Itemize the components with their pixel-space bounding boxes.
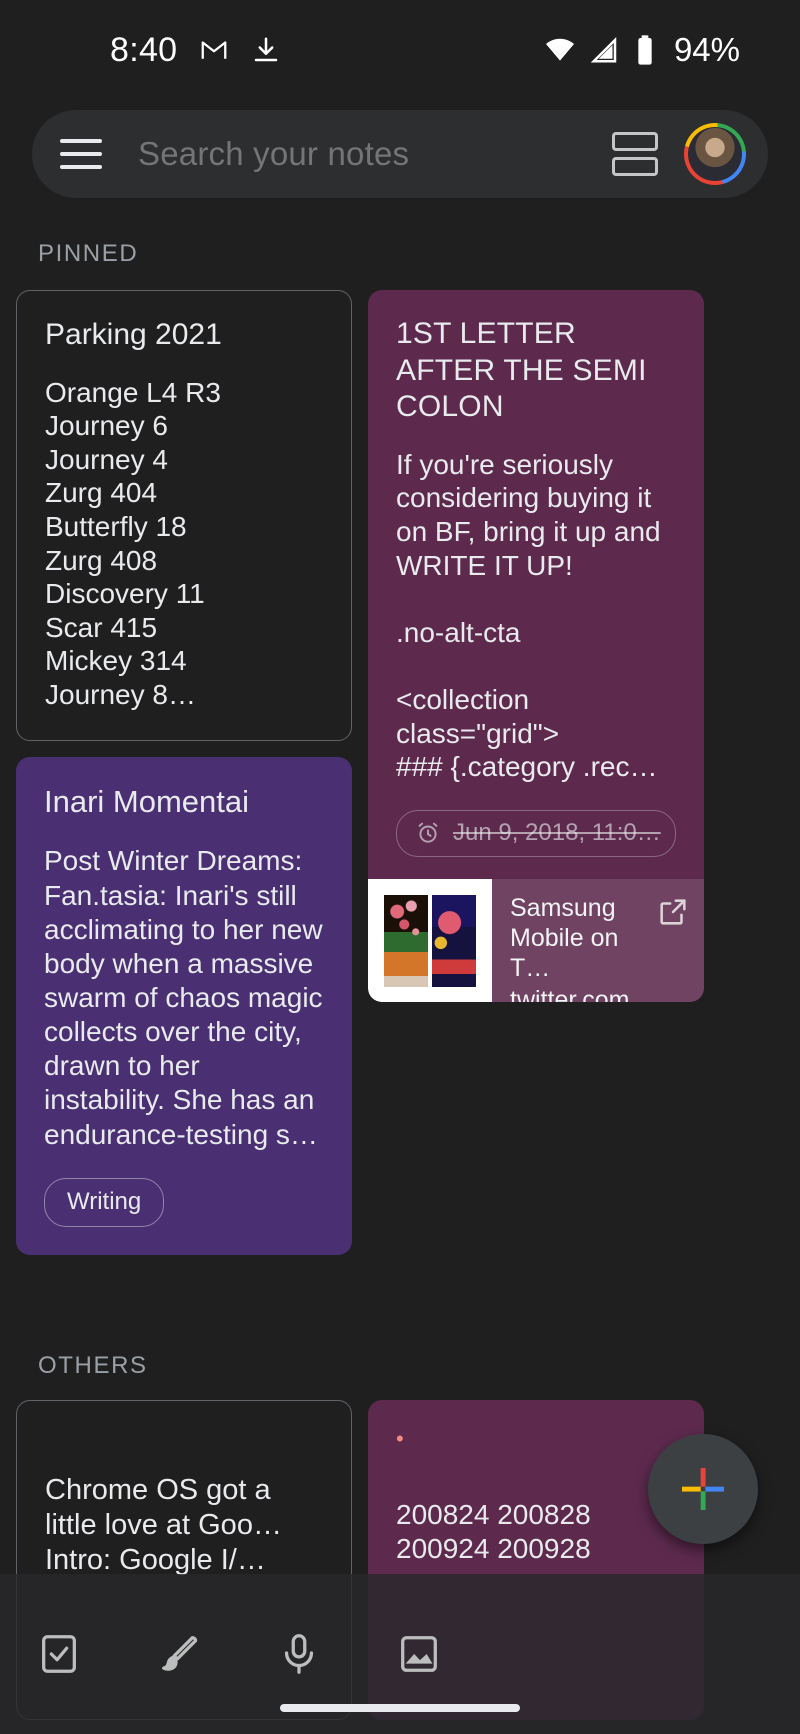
status-bar-left: 8:40 xyxy=(38,31,281,70)
download-icon xyxy=(251,35,281,65)
battery-percent: 94% xyxy=(673,31,740,68)
new-voice-note-icon[interactable] xyxy=(276,1631,322,1677)
hamburger-menu-icon[interactable] xyxy=(60,139,102,169)
list-view-toggle-icon[interactable] xyxy=(612,132,658,176)
note-body: Orange L4 R3 Journey 6 Journey 4 Zurg 40… xyxy=(45,376,221,710)
status-clock: 8:40 xyxy=(110,30,178,69)
account-avatar[interactable] xyxy=(684,123,746,185)
new-list-icon[interactable] xyxy=(36,1631,82,1677)
link-preview-meta: Samsung Mobile on T… twitter.com xyxy=(492,879,642,1002)
pinned-column-right: 1ST LETTER AFTER THE SEMI COLON If you'r… xyxy=(368,290,704,1002)
note-title: Parking 2021 xyxy=(45,318,222,351)
status-bar: 8:40 94% xyxy=(0,0,800,100)
note-card-parking[interactable]: Parking 2021 Orange L4 R3 Journey 6 Jour… xyxy=(16,290,352,741)
link-preview-card[interactable]: Samsung Mobile on T… twitter.com xyxy=(368,878,704,1002)
search-bar[interactable] xyxy=(32,110,768,198)
others-section-label: OTHERS xyxy=(38,1352,148,1379)
alarm-clock-icon xyxy=(415,820,441,846)
status-bar-right: 94% xyxy=(544,31,762,69)
pinned-section-label: PINNED xyxy=(38,240,139,267)
note-title: Inari Momentai xyxy=(44,783,250,819)
link-thumbnail xyxy=(368,878,492,1002)
cellular-signal-icon xyxy=(590,35,620,65)
link-title: Samsung Mobile on T… xyxy=(510,893,619,982)
search-input[interactable] xyxy=(138,135,612,173)
note-bullet: • xyxy=(396,1426,404,1451)
add-note-fab[interactable] xyxy=(648,1434,758,1544)
note-body: Chrome OS got a little love at Goo… Intr… xyxy=(45,1474,282,1576)
reminder-text: Jun 9, 2018, 11:0… xyxy=(453,818,661,846)
note-card-semicolon[interactable]: 1ST LETTER AFTER THE SEMI COLON If you'r… xyxy=(368,290,704,1002)
new-drawing-icon[interactable] xyxy=(156,1631,202,1677)
open-in-new-icon[interactable] xyxy=(642,879,704,1002)
note-body: Post Winter Dreams: Fan.tasia: Inari's s… xyxy=(44,845,331,1150)
add-note-plus-icon xyxy=(682,1468,724,1510)
reminder-chip[interactable]: Jun 9, 2018, 11:0… xyxy=(396,809,676,857)
note-card-inari[interactable]: Inari Momentai Post Winter Dreams: Fan.t… xyxy=(16,756,352,1255)
note-label-chip[interactable]: Writing xyxy=(44,1177,165,1227)
note-title: 1ST LETTER AFTER THE SEMI COLON xyxy=(396,317,647,424)
battery-icon xyxy=(634,34,656,66)
note-body: 200824 200828 200924 200928 xyxy=(396,1499,591,1564)
pinned-column-left: Parking 2021 Orange L4 R3 Journey 6 Jour… xyxy=(16,290,352,1255)
note-body: If you're seriously considering buying i… xyxy=(396,448,661,783)
gmail-icon xyxy=(199,35,229,65)
link-url: twitter.com xyxy=(510,985,630,1002)
wifi-icon xyxy=(544,34,576,66)
notes-app-screen: 8:40 94% Search your notes PINNED Parkin… xyxy=(0,0,800,1734)
home-gesture-pill[interactable] xyxy=(280,1704,520,1712)
new-image-note-icon[interactable] xyxy=(396,1631,442,1677)
